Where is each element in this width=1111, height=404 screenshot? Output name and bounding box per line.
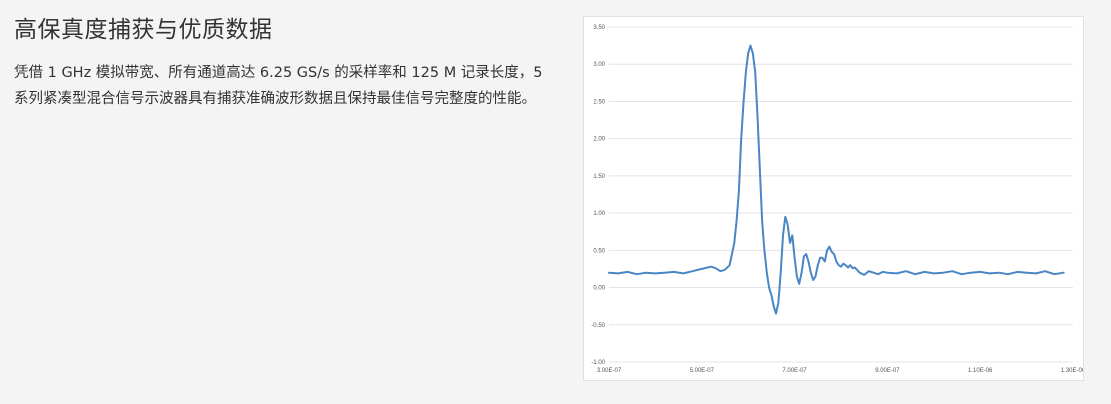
chart-gridlines: [609, 26, 1073, 363]
y-tick-label: 0.50: [593, 248, 605, 254]
x-tick-label: 1.30E-06: [1061, 368, 1083, 374]
y-tick-label: 3.00: [593, 62, 605, 68]
x-tick-label: 9.00E-07: [875, 368, 900, 374]
chart-y-tick-labels: 3.50 3.00 2.50 2.00 1.50 1.00 0.50 0.00 -0.50 -1.…: [591, 25, 605, 366]
y-tick-label: 0.00: [593, 286, 605, 292]
y-tick-label: -0.50: [591, 323, 605, 329]
chart-series: [608, 44, 1065, 315]
waveform-series-line: [608, 44, 1065, 315]
waveform-chart-card: 3.50 3.00 2.50 2.00 1.50 1.00 0.50 0.00 -0.50 -1.…: [583, 16, 1084, 381]
section-description: 凭借 1 GHz 模拟带宽、所有通道高达 6.25 GS/s 的采样率和 125…: [14, 65, 543, 107]
x-tick-label: 7.00E-07: [782, 368, 807, 374]
section-title: 高保真度捕获与优质数据: [14, 17, 273, 43]
x-tick-label: 3.00E-07: [597, 368, 622, 374]
x-tick-label: 5.00E-07: [690, 368, 715, 374]
y-tick-label: 1.50: [593, 174, 605, 180]
y-tick-label: 1.00: [593, 211, 605, 217]
x-tick-label: 1.10E-06: [968, 368, 993, 374]
y-tick-label: 2.50: [593, 99, 605, 105]
y-tick-label: 2.00: [593, 137, 605, 143]
y-tick-label: -1.00: [591, 360, 605, 366]
feature-text-block: 高保真度捕获与优质数据 凭借 1 GHz 模拟带宽、所有通道高达 6.25 GS…: [14, 14, 554, 112]
chart-x-tick-labels: 3.00E-07 5.00E-07 7.00E-07 9.00E-07 1.10E-06…: [597, 368, 1083, 374]
waveform-chart: 3.50 3.00 2.50 2.00 1.50 1.00 0.50 0.00 -0.50 -1.…: [591, 25, 1083, 374]
y-tick-label: 3.50: [593, 25, 605, 31]
